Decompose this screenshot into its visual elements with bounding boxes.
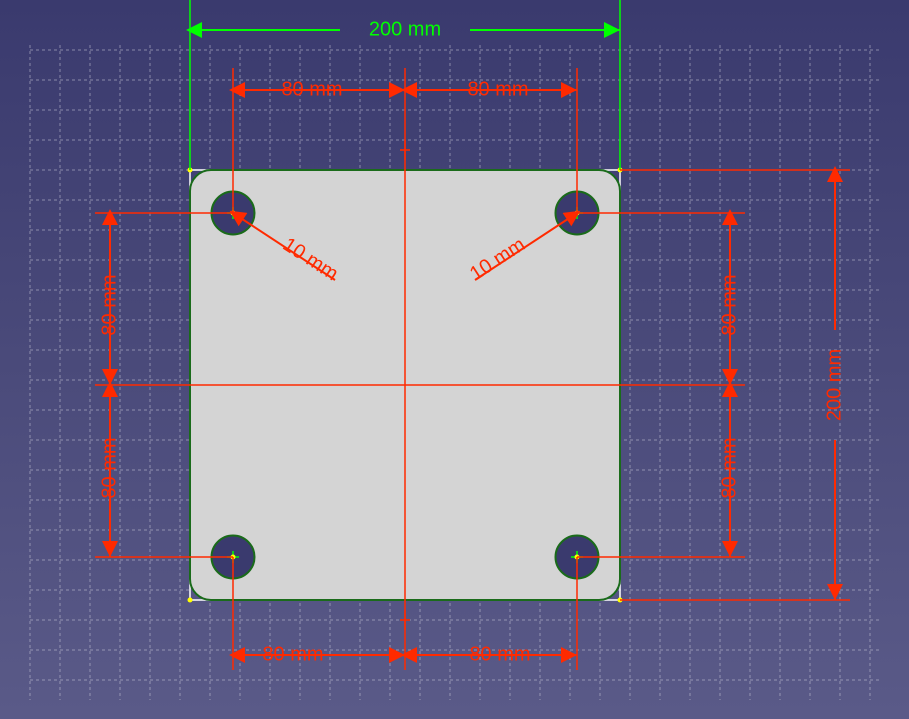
- dim-right-80-upper-label: 80 mm: [718, 274, 740, 335]
- dim-bottom-80-left-label: 80 mm: [262, 643, 323, 665]
- dim-right-overall-label: 200 mm: [823, 349, 845, 421]
- dim-left-80-upper-label: 80 mm: [98, 274, 120, 335]
- cad-sketch-canvas[interactable]: 200 mm 200 mm 80 mm 80 mm 80 mm 80 mm: [0, 0, 909, 719]
- dim-top-80-right-label: 80 mm: [467, 78, 528, 100]
- dim-top-overall-label: 200 mm: [369, 18, 441, 40]
- dim-top-80-left-label: 80 mm: [281, 78, 342, 100]
- dim-left-80-lower-label: 80 mm: [98, 437, 120, 498]
- dim-bottom-80-right-label: 80 mm: [469, 643, 530, 665]
- dim-right-80-lower-label: 80 mm: [718, 437, 740, 498]
